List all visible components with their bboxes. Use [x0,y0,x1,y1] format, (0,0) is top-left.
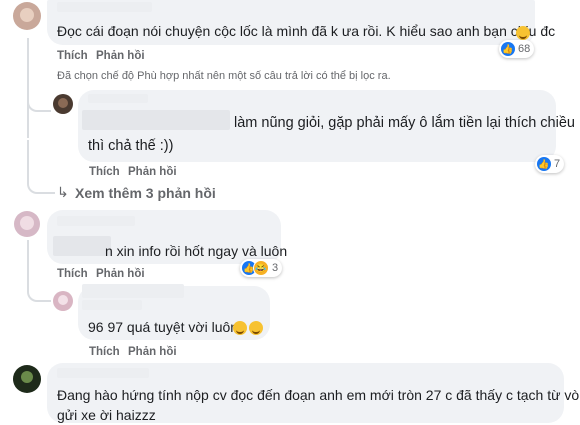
comment-bubble: n xin info rồi hốt ngay và luôn [47,210,287,264]
author-name-redacted [88,94,148,103]
avatar[interactable] [53,94,73,114]
comment-text-line1: làm nũng giỏi, gặp phải mấy ô lắm tiền l… [234,115,575,131]
thread-connector [27,140,55,194]
avatar[interactable] [13,2,41,30]
thread-connector [27,88,51,112]
filter-note: Đã chọn chế độ Phù hợp nhất nên một số c… [57,70,391,82]
reaction-summary[interactable]: 👍 68 [499,40,535,58]
comment-text-line2: thì chả thế :)) [88,138,174,154]
thread-connector [27,280,51,302]
reaction-count: 3 [272,262,279,274]
like-button[interactable]: Thích [57,50,88,62]
haha-reaction-icon: 😂 [253,260,269,276]
thread-line [27,240,29,285]
like-reaction-icon: 👍 [537,157,551,171]
like-reaction-icon: 👍 [501,42,515,56]
comment-bubble: Đọc cái đoạn nói chuyện cộc lốc là mình … [47,0,555,45]
reply-button[interactable]: Phản hồi [96,50,145,62]
mention-redacted [82,110,230,130]
reply-button[interactable]: Phản hồi [128,346,177,358]
avatar[interactable] [13,365,41,393]
author-name-redacted [57,368,149,378]
author-name-redacted [57,216,135,226]
like-button[interactable]: Thích [89,346,120,358]
comment-text-line2: gửi xe ời haizzz [57,407,156,423]
reaction-count: 68 [518,43,531,55]
laugh-emoji-icon [516,26,530,40]
reaction-summary[interactable]: 👍 7 [535,155,565,173]
author-name-redacted [82,284,184,298]
reaction-summary[interactable]: 👍 😂 3 [240,259,283,277]
mention-redacted [53,236,111,256]
reply-arrow-icon: ↳ [57,184,69,200]
smile-emoji-icon [233,321,247,335]
view-more-replies-link[interactable]: Xem thêm 3 phản hồi [75,185,216,201]
reply-button[interactable]: Phản hồi [128,166,177,178]
author-name-redacted [82,300,142,310]
comment-text: 96 97 quá tuyệt vời luôn [88,319,239,335]
reply-button[interactable]: Phản hồi [96,268,145,280]
comment-bubble: làm nũng giỏi, gặp phải mấy ô lắm tiền l… [78,90,575,162]
comment-bubble: Đang hào hứng tính nộp cv đọc đến đoạn a… [47,363,580,423]
smile-emoji-icon [249,321,263,335]
reaction-count: 7 [554,158,561,170]
avatar[interactable] [14,211,40,237]
author-name-redacted [57,2,152,12]
comment-bubble: 96 97 quá tuyệt vời luôn [78,284,270,340]
avatar[interactable] [53,291,73,311]
comment-text: Đọc cái đoạn nói chuyện cộc lốc là mình … [57,23,556,39]
comment-text-line1: Đang hào hứng tính nộp cv đọc đến đoạn a… [57,387,580,403]
like-button[interactable]: Thích [89,166,120,178]
like-button[interactable]: Thích [57,268,88,280]
